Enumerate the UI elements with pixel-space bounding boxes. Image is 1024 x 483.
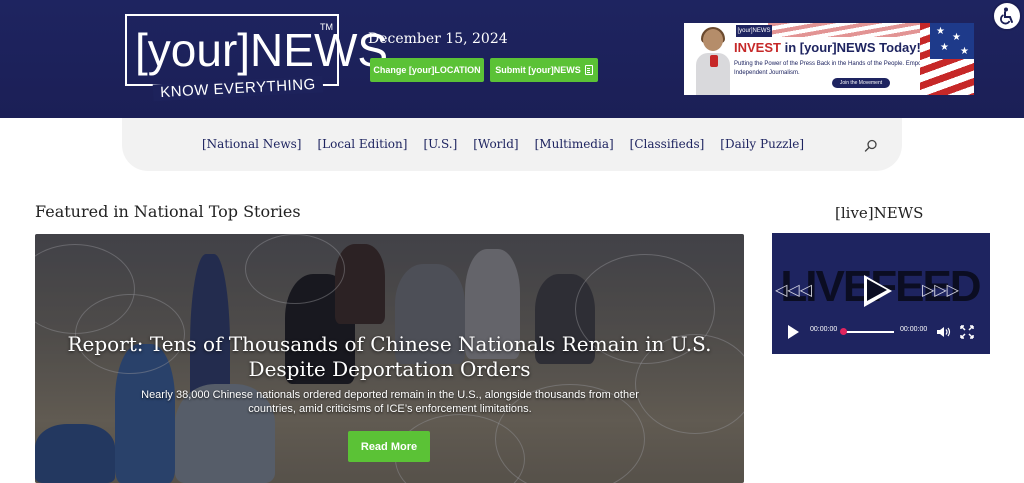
featured-story-title[interactable]: Report: Tens of Thousands of Chinese Nat… (35, 332, 744, 382)
current-date: December 15, 2024 (368, 31, 508, 47)
play-icon[interactable] (788, 325, 799, 339)
site-logo[interactable]: [your]NEWS TM KNOW EVERYTHING (125, 14, 388, 102)
invest-ad-banner[interactable]: [your]NEWS INVEST in [your]NEWS Today! P… (684, 23, 974, 95)
featured-heading: Featured in National Top Stories (35, 202, 301, 221)
featured-story-description: Nearly 38,000 Chinese nationals ordered … (141, 389, 639, 415)
nav-item-classifieds[interactable]: [Classifieds] (630, 137, 705, 151)
live-news-heading: [live]NEWS (835, 204, 924, 222)
ad-flag-stripe (768, 23, 928, 37)
nav-item-world[interactable]: [World] (473, 137, 518, 151)
site-header: [your]NEWS TM KNOW EVERYTHING December 1… (0, 0, 1024, 118)
nav-item-us[interactable]: [U.S.] (423, 137, 457, 151)
accessibility-icon[interactable] (992, 1, 1022, 31)
player-controls: 00:00:00 00:00:00 (772, 321, 990, 341)
logo-trademark: TM (320, 22, 333, 32)
live-feed-player[interactable]: LIVEFEED ◁◁◁ ▷▷▷ 00:00:00 00:00:00 (772, 233, 990, 354)
current-time: 00:00:00 (810, 326, 838, 333)
logo-text: [your]NEWS (135, 24, 389, 76)
read-more-button[interactable]: Read More (348, 431, 430, 462)
main-nav: [National News] [Local Edition] [U.S.] [… (122, 118, 902, 171)
ad-subline: Putting the Power of the Press Back in t… (734, 61, 932, 76)
logo-frame: [your]NEWS TM (125, 14, 388, 86)
duration-time: 00:00:00 (900, 326, 928, 333)
read-more-label: Read More (360, 440, 418, 453)
search-icon[interactable] (864, 138, 878, 152)
ad-headline: INVEST in [your]NEWS Today! (734, 40, 921, 55)
submit-news-button[interactable]: Submit [your]NEWS (490, 58, 598, 82)
fullscreen-icon[interactable] (960, 324, 974, 339)
forward-arrows-icon: ▷▷▷ (922, 280, 959, 299)
volume-icon[interactable] (936, 324, 952, 338)
progress-knob[interactable] (840, 328, 847, 335)
ad-mini-logo: [your]NEWS (736, 25, 772, 37)
flag-image: ★ ★ ★ ★ (920, 23, 974, 95)
change-location-button[interactable]: Change [your]LOCATION (370, 58, 484, 82)
nav-item-local-edition[interactable]: [Local Edition] (317, 137, 407, 151)
ad-headline-invest: INVEST (734, 40, 781, 55)
ad-headline-rest: in [your]NEWS Today! (780, 40, 921, 55)
progress-track[interactable] (842, 331, 894, 333)
submit-news-label: Submit [your]NEWS (495, 65, 581, 75)
nav-items: [National News] [Local Edition] [U.S.] [… (202, 137, 804, 151)
document-icon (584, 65, 593, 75)
nav-item-national-news[interactable]: [National News] (202, 137, 301, 151)
change-location-label: Change [your]LOCATION (373, 65, 481, 75)
ad-join-button[interactable]: Join the Movement (832, 78, 890, 88)
nav-item-daily-puzzle[interactable]: [Daily Puzzle] (720, 137, 804, 151)
nav-item-multimedia[interactable]: [Multimedia] (535, 137, 614, 151)
ad-reporter-image (696, 27, 730, 95)
featured-story-card[interactable]: Report: Tens of Thousands of Chinese Nat… (35, 234, 744, 483)
rewind-arrows-icon: ◁◁◁ (775, 280, 812, 299)
